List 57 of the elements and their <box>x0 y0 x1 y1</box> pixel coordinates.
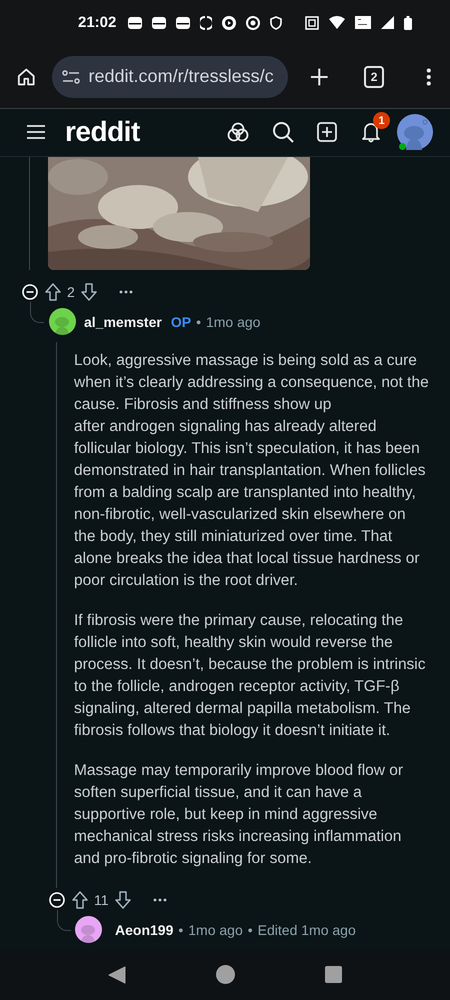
user-avatar[interactable] <box>75 916 102 944</box>
downvote-icon[interactable] <box>114 890 131 909</box>
more-options-icon[interactable] <box>152 898 167 902</box>
thread-line <box>30 302 44 323</box>
sync-icon <box>200 16 212 30</box>
clock: 21:02 <box>78 14 116 32</box>
vote-count: 2 <box>67 284 75 300</box>
notification-icon <box>152 16 166 29</box>
battery-icon <box>404 16 412 30</box>
separator-dot: • <box>178 922 184 938</box>
home-icon[interactable] <box>17 66 36 87</box>
comment-time: 1mo ago <box>206 314 260 330</box>
upvote-icon[interactable] <box>45 282 61 301</box>
play-icon <box>222 16 236 30</box>
signal-icon <box>381 16 394 30</box>
edited-label: Edited 1mo ago <box>258 922 356 938</box>
profile-avatar[interactable] <box>397 114 433 150</box>
comment-paragraph: Look, aggressive massage is being sold as a cure when it’s clearly addressing a consequence, not the cause. Fibrosis and stiffness show up after androgen signaling has already altered follicular biology. This isn’t speculation, it has been demonstrated in hair transplantation. When follicles from a balding scalp are transplanted into healthy, non-fibrotic, well-vascularized skin elsewhere on the body, they still miniaturized over time. That alone breaks the idea that local tissue hardness or poor circulation is the root driver. <box>74 350 430 591</box>
separator-dot: • <box>248 922 253 938</box>
notification-icon <box>128 16 142 29</box>
url-text: reddit.com/r/tressless/c <box>88 66 274 88</box>
comment-time: 1mo ago <box>188 922 243 938</box>
username[interactable]: Aeon199 <box>115 922 174 938</box>
reddit-logo[interactable]: reddit <box>65 116 140 148</box>
collapse-icon[interactable] <box>22 284 38 300</box>
wifi-icon <box>329 16 345 30</box>
tab-count-button[interactable]: 2 <box>364 66 384 88</box>
username[interactable]: al_memster <box>84 314 162 330</box>
new-tab-icon[interactable] <box>310 66 329 87</box>
notifications-icon[interactable] <box>361 121 381 144</box>
more-icon[interactable] <box>426 66 432 87</box>
upvote-icon[interactable] <box>72 890 88 909</box>
back-icon[interactable] <box>108 966 126 984</box>
nfc-icon <box>305 16 319 30</box>
downvote-icon[interactable] <box>80 282 97 301</box>
user-avatar[interactable] <box>49 308 76 336</box>
more-options-icon[interactable] <box>118 290 133 294</box>
address-bar[interactable]: reddit.com/r/tressless/c <box>52 56 288 98</box>
create-post-icon[interactable] <box>317 122 337 142</box>
collapse-icon[interactable] <box>49 892 65 908</box>
home-button-icon[interactable] <box>216 965 235 984</box>
browser-icon <box>246 16 260 30</box>
thread-line <box>57 910 71 931</box>
separator-dot: • <box>196 314 201 330</box>
notification-icon <box>176 16 190 29</box>
site-settings-icon[interactable] <box>62 70 80 84</box>
notification-badge: 1 <box>373 112 390 130</box>
menu-icon[interactable] <box>26 124 46 140</box>
recents-icon[interactable] <box>325 966 342 984</box>
comment-paragraph: If fibrosis were the primary cause, relocating the follicle into soft, healthy skin would reverse the process. It doesn’t, because the problem is intrinsic to the follicle, androgen receptor activity, TGF-β signaling, altered dermal papilla metabolism. The fibrosis follows that biology it doesn’t initiate it. <box>74 610 427 741</box>
communities-icon[interactable] <box>227 122 249 142</box>
volte-icon <box>355 16 371 30</box>
comment-paragraph: Massage may temporarily improve blood flow or soften superficial tissue, and it can have a supportive role, but keep in mind aggressive mechanical stress risks increasing inflammation and pro-fibrotic signaling for some. <box>74 760 404 869</box>
shield-icon <box>270 16 282 30</box>
search-icon[interactable] <box>272 121 294 144</box>
op-label: OP <box>170 314 192 330</box>
vote-count: 11 <box>94 892 109 908</box>
